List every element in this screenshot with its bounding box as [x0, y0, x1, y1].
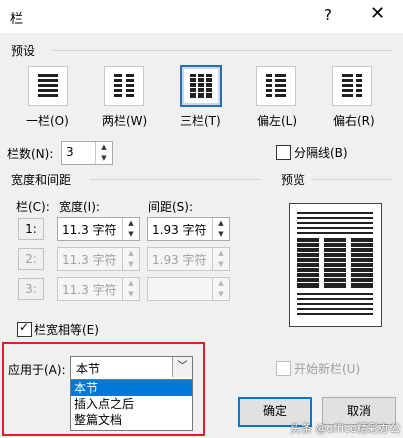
- preview-divider: [312, 179, 392, 180]
- spin-up-icon: ▲: [218, 279, 224, 287]
- apply-to-option-after-cursor[interactable]: 插入点之后: [71, 396, 192, 412]
- preview-heading: 预览: [281, 173, 306, 187]
- right-column-icon: [342, 74, 362, 97]
- column-1-spacing-spin-buttons[interactable]: ▲ ▼: [212, 218, 229, 240]
- column-2-spacing-spin-buttons: ▲ ▼: [212, 248, 229, 270]
- apply-to-value: 本节: [76, 362, 101, 376]
- column-2-spacing-spinner: 1.93 字符 ▲ ▼: [147, 247, 230, 271]
- spin-down-icon: ▼: [128, 290, 134, 298]
- column-3-width-spin-buttons: ▲ ▼: [122, 278, 139, 300]
- spin-down-icon[interactable]: ▼: [96, 153, 112, 164]
- column-3-width-spinner: 11.3 字符 ▲ ▼: [57, 277, 140, 301]
- columns-count-value: 3: [66, 145, 74, 159]
- preset-left-label: 偏左(L): [257, 114, 298, 128]
- three-columns-preview-icon: [297, 238, 373, 288]
- spin-down-icon: ▼: [218, 290, 224, 298]
- new-column-label: 开始新栏(U): [294, 362, 361, 376]
- presets-heading: 预设: [11, 44, 36, 58]
- column-1-width-value: 11.3 字符: [62, 223, 117, 237]
- column-2-width-spin-buttons: ▲ ▼: [122, 248, 139, 270]
- dialog-title: 栏: [10, 12, 24, 27]
- preset-one-column-label: 一栏(O): [26, 114, 69, 128]
- column-3-spacing-spinner: ▲ ▼: [147, 277, 230, 301]
- spin-up-icon[interactable]: ▲: [96, 142, 112, 153]
- apply-to-option-whole-document[interactable]: 整篇文档: [71, 412, 192, 428]
- preset-two-columns-label: 两栏(W): [102, 114, 148, 128]
- spin-down-icon[interactable]: ▼: [123, 229, 139, 240]
- close-button[interactable]: ✕: [370, 3, 385, 24]
- help-button[interactable]: ?: [324, 6, 332, 24]
- column-2-width-value: 11.3 字符: [62, 253, 117, 267]
- separator-line-checkbox[interactable]: [276, 145, 291, 160]
- apply-to-label: 应用于(A):: [8, 363, 66, 377]
- spin-up-icon: ▲: [128, 279, 134, 287]
- column-2-width-spinner: 11.3 字符 ▲ ▼: [57, 247, 140, 271]
- new-column-checkbox: [276, 361, 291, 376]
- preset-three-columns-label: 三栏(T): [180, 114, 221, 128]
- apply-to-options-list[interactable]: 本节 插入点之后 整篇文档: [70, 379, 193, 431]
- col-header: 栏(C):: [16, 200, 50, 214]
- column-number-1: 1:: [18, 218, 44, 240]
- watermark-text: 头条 @office精彩办公: [290, 422, 401, 435]
- separator-line-label: 分隔线(B): [294, 146, 348, 160]
- width-spacing-divider: [90, 179, 260, 180]
- width-spacing-heading: 宽度和间距: [11, 173, 72, 187]
- spin-up-icon[interactable]: ▲: [213, 218, 229, 229]
- column-1-width-spin-buttons[interactable]: ▲ ▼: [122, 218, 139, 240]
- column-1-width-spinner[interactable]: 11.3 字符 ▲ ▼: [57, 217, 140, 241]
- presets-divider: [52, 50, 392, 51]
- apply-to-dropdown[interactable]: 本节 ﹀: [70, 356, 193, 380]
- title-bar: [0, 0, 403, 33]
- preset-one-column[interactable]: [28, 66, 68, 106]
- spacing-header: 间距(S):: [148, 200, 194, 214]
- preset-right[interactable]: [332, 66, 372, 106]
- columns-count-spinner[interactable]: 3 ▲ ▼: [61, 141, 113, 165]
- column-3-width-value: 11.3 字符: [62, 283, 117, 297]
- columns-count-label: 栏数(N):: [7, 147, 54, 161]
- preset-two-columns[interactable]: [104, 66, 144, 106]
- spin-up-icon: ▲: [128, 249, 134, 257]
- chevron-down-icon[interactable]: ﹀: [172, 357, 192, 377]
- column-2-spacing-value: 1.93 字符: [152, 253, 207, 267]
- one-column-icon: [38, 74, 58, 97]
- apply-to-option-section[interactable]: 本节: [71, 380, 192, 396]
- spin-down-icon: ▼: [218, 260, 224, 268]
- columns-count-spin-buttons[interactable]: ▲ ▼: [95, 142, 112, 164]
- equal-width-checkbox[interactable]: [17, 320, 32, 337]
- column-number-3: 3:: [18, 278, 44, 300]
- spin-down-icon: ▼: [128, 260, 134, 268]
- left-column-icon: [266, 74, 286, 97]
- three-columns-icon: [190, 74, 212, 98]
- column-3-spacing-spin-buttons: ▲ ▼: [212, 278, 229, 300]
- two-columns-icon: [114, 74, 134, 97]
- width-header: 宽度(I):: [59, 200, 100, 214]
- preset-right-label: 偏右(R): [333, 114, 375, 128]
- spin-down-icon[interactable]: ▼: [213, 229, 229, 240]
- equal-width-label: 栏宽相等(E): [34, 323, 99, 337]
- column-1-spacing-spinner[interactable]: 1.93 字符 ▲ ▼: [147, 217, 230, 241]
- column-1-spacing-value: 1.93 字符: [152, 223, 207, 237]
- spin-up-icon: ▲: [218, 249, 224, 257]
- preset-left[interactable]: [256, 66, 296, 106]
- spin-up-icon[interactable]: ▲: [123, 218, 139, 229]
- preview-page: [289, 203, 382, 327]
- preset-three-columns[interactable]: [180, 65, 222, 107]
- column-number-2: 2:: [18, 248, 44, 270]
